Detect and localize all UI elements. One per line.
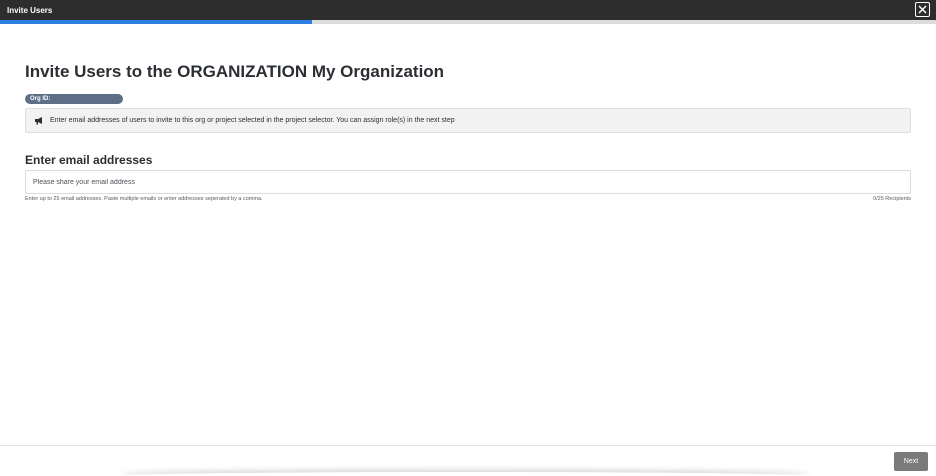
info-banner: Enter email addresses of users to invite… [25, 108, 911, 133]
org-id-badge: Org ID: [25, 94, 123, 104]
progress-bar [0, 20, 936, 24]
email-hint: Enter up to 25 email addresses. Paste mu… [25, 196, 263, 202]
window-title: Invite Users [7, 5, 53, 15]
close-icon [918, 5, 927, 14]
page-title: Invite Users to the ORGANIZATION My Orga… [25, 62, 445, 81]
window-titlebar: Invite Users [0, 0, 936, 20]
close-button[interactable] [915, 2, 930, 17]
footer-bar: Next [0, 445, 936, 476]
info-text: Enter email addresses of users to invite… [50, 117, 455, 124]
email-section-heading: Enter email addresses [25, 153, 153, 167]
next-button[interactable]: Next [894, 452, 928, 471]
recipients-counter: 0/25 Recipients [873, 196, 911, 202]
org-id-label: Org ID: [30, 96, 51, 102]
email-input[interactable] [25, 170, 911, 194]
progress-bar-fill [0, 20, 312, 24]
footer-shadow [120, 472, 810, 476]
megaphone-icon [35, 117, 42, 125]
